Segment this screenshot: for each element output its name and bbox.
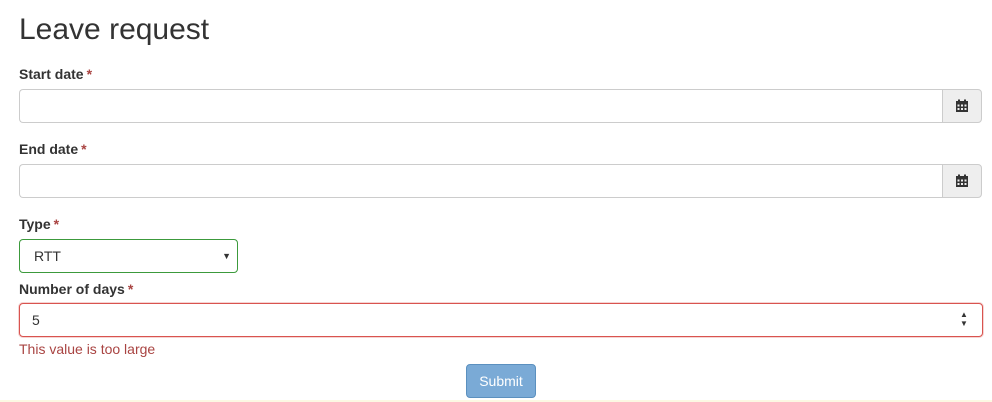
- type-label-text: Type: [19, 216, 51, 232]
- days-error-message: This value is too large: [19, 341, 156, 357]
- required-marker: *: [81, 141, 87, 157]
- required-marker: *: [127, 281, 134, 297]
- calendar-icon: [956, 174, 968, 187]
- start-date-label-text: Start date: [19, 66, 84, 82]
- type-select[interactable]: RTT ▼: [19, 239, 238, 273]
- submit-button[interactable]: Submit: [466, 364, 536, 398]
- start-date-group: [19, 89, 982, 123]
- type-label: Type *: [19, 215, 59, 233]
- days-value: 5: [32, 312, 40, 328]
- days-number-input[interactable]: 5 ▲ ▼: [19, 303, 983, 337]
- type-selected-value: RTT: [34, 248, 61, 264]
- number-spinner[interactable]: ▲ ▼: [958, 310, 970, 330]
- start-date-input[interactable]: [19, 89, 942, 123]
- end-date-calendar-button[interactable]: [942, 164, 982, 198]
- end-date-input[interactable]: [19, 164, 942, 198]
- required-marker: *: [53, 216, 60, 232]
- start-date-calendar-button[interactable]: [942, 89, 982, 123]
- dropdown-caret-icon: ▼: [222, 251, 231, 261]
- end-date-label: End date *: [19, 140, 87, 158]
- page-title: Leave request: [19, 13, 210, 46]
- start-date-label: Start date *: [19, 65, 92, 83]
- days-label-text: Number of days: [19, 281, 125, 297]
- end-date-group: [19, 164, 982, 198]
- required-marker: *: [86, 66, 93, 82]
- spinner-down-icon[interactable]: ▼: [960, 320, 968, 329]
- end-date-label-text: End date: [19, 141, 79, 157]
- calendar-icon: [956, 99, 968, 112]
- days-label: Number of days *: [19, 280, 133, 298]
